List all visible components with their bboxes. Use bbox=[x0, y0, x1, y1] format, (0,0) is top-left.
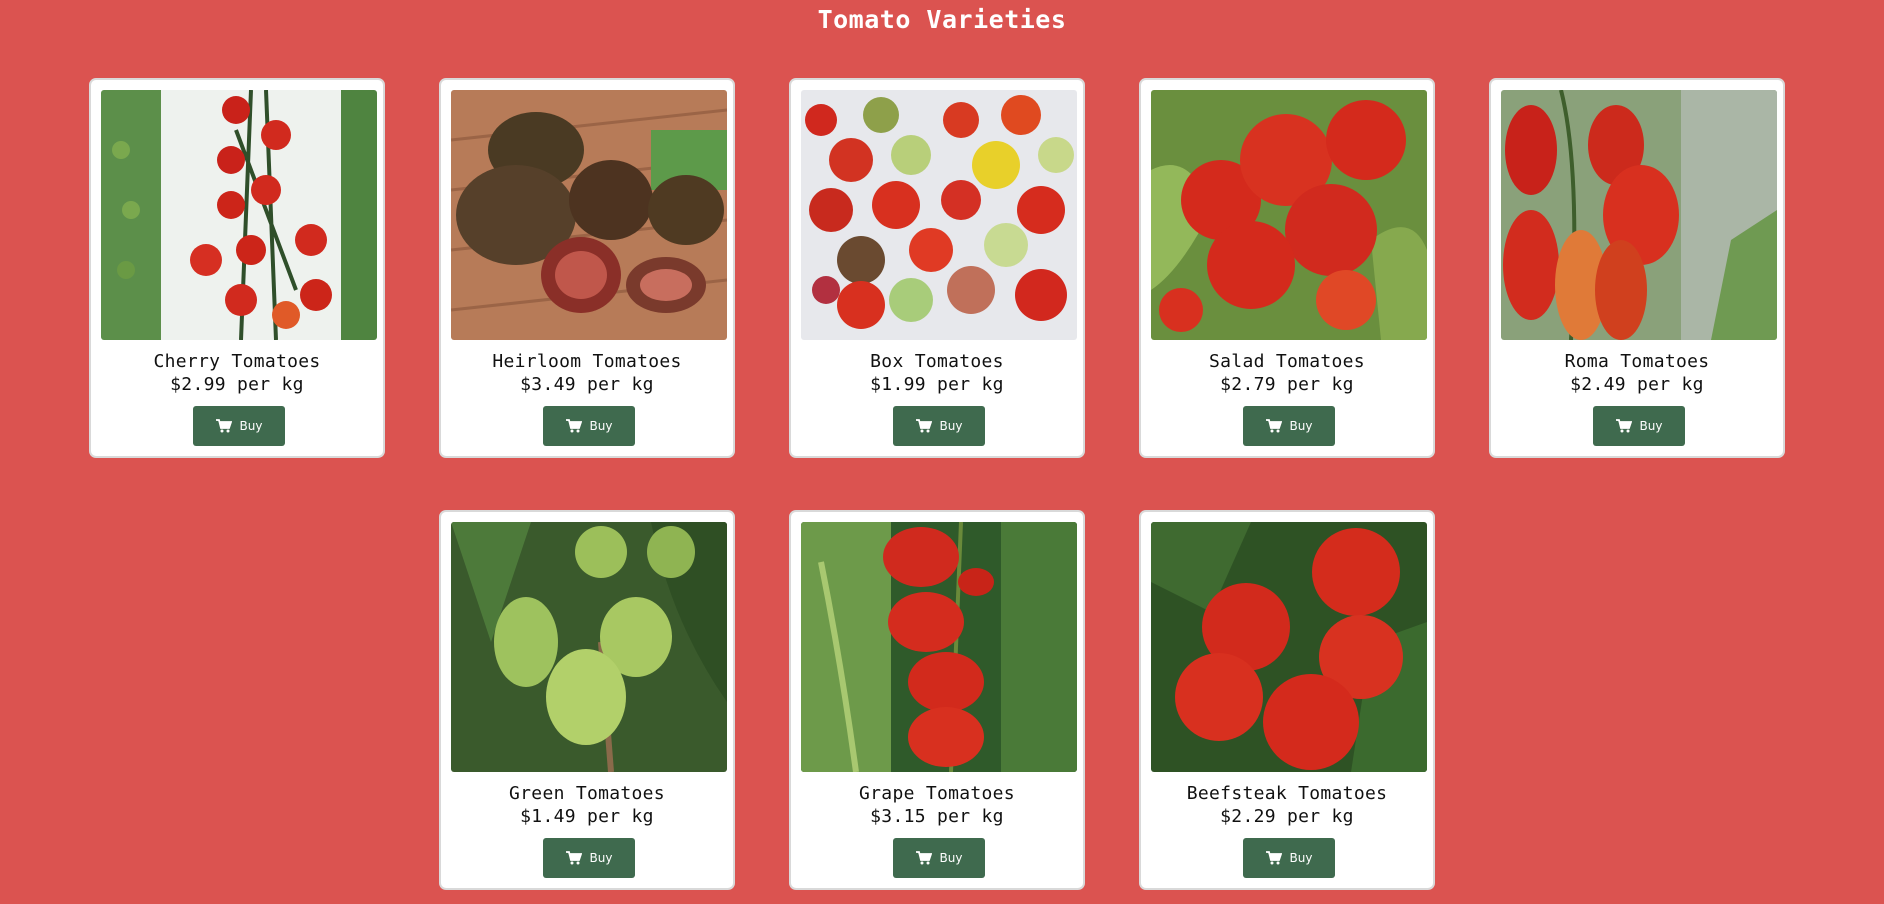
buy-button[interactable]: Buy bbox=[1593, 406, 1685, 446]
product-name: Grape Tomatoes bbox=[859, 783, 1015, 804]
product-name: Box Tomatoes bbox=[870, 351, 1004, 372]
product-image-heirloom bbox=[451, 90, 727, 340]
buy-label: Buy bbox=[589, 851, 613, 865]
product-name: Roma Tomatoes bbox=[1564, 351, 1710, 372]
product-image-cherry bbox=[101, 90, 377, 340]
cart-icon bbox=[1265, 419, 1282, 433]
cart-icon bbox=[565, 851, 582, 865]
buy-button[interactable]: Buy bbox=[193, 406, 285, 446]
product-image-green bbox=[451, 522, 727, 772]
page-title: Tomato Varieties bbox=[817, 5, 1067, 34]
product-image-roma bbox=[1501, 90, 1777, 340]
cart-icon bbox=[915, 851, 932, 865]
product-price: $2.99 per kg bbox=[170, 374, 304, 395]
buy-label: Buy bbox=[1289, 851, 1313, 865]
product-image-beefsteak bbox=[1151, 522, 1427, 772]
buy-label: Buy bbox=[1289, 419, 1313, 433]
product-price: $2.49 per kg bbox=[1570, 374, 1704, 395]
product-card-cherry: Cherry Tomatoes $2.99 per kg Buy bbox=[89, 78, 385, 458]
product-card-grape: Grape Tomatoes $3.15 per kg Buy bbox=[789, 510, 1085, 890]
product-name: Heirloom Tomatoes bbox=[492, 351, 682, 372]
product-name: Cherry Tomatoes bbox=[153, 351, 321, 372]
product-image-grape bbox=[801, 522, 1077, 772]
cart-icon bbox=[1265, 851, 1282, 865]
buy-label: Buy bbox=[1639, 419, 1663, 433]
product-image-salad bbox=[1151, 90, 1427, 340]
product-price: $1.99 per kg bbox=[870, 374, 1004, 395]
cart-icon bbox=[565, 419, 582, 433]
buy-button[interactable]: Buy bbox=[543, 406, 635, 446]
product-name: Beefsteak Tomatoes bbox=[1186, 783, 1388, 804]
product-price: $3.49 per kg bbox=[520, 374, 654, 395]
cart-icon bbox=[915, 419, 932, 433]
cart-icon bbox=[215, 419, 232, 433]
product-name: Salad Tomatoes bbox=[1209, 351, 1365, 372]
buy-label: Buy bbox=[589, 419, 613, 433]
cart-icon bbox=[1615, 419, 1632, 433]
product-card-beefsteak: Beefsteak Tomatoes $2.29 per kg Buy bbox=[1139, 510, 1435, 890]
product-card-roma: Roma Tomatoes $2.49 per kg Buy bbox=[1489, 78, 1785, 458]
product-card-heirloom: Heirloom Tomatoes $3.49 per kg Buy bbox=[439, 78, 735, 458]
buy-label: Buy bbox=[239, 419, 263, 433]
buy-button[interactable]: Buy bbox=[543, 838, 635, 878]
product-price: $3.15 per kg bbox=[870, 806, 1004, 827]
buy-label: Buy bbox=[939, 419, 963, 433]
product-price: $1.49 per kg bbox=[520, 806, 654, 827]
product-price: $2.79 per kg bbox=[1220, 374, 1354, 395]
product-card-box: Box Tomatoes $1.99 per kg Buy bbox=[789, 78, 1085, 458]
product-price: $2.29 per kg bbox=[1220, 806, 1354, 827]
buy-label: Buy bbox=[939, 851, 963, 865]
buy-button[interactable]: Buy bbox=[1243, 838, 1335, 878]
buy-button[interactable]: Buy bbox=[893, 406, 985, 446]
buy-button[interactable]: Buy bbox=[893, 838, 985, 878]
buy-button[interactable]: Buy bbox=[1243, 406, 1335, 446]
product-card-salad: Salad Tomatoes $2.79 per kg Buy bbox=[1139, 78, 1435, 458]
product-name: Green Tomatoes bbox=[509, 783, 665, 804]
product-card-green: Green Tomatoes $1.49 per kg Buy bbox=[439, 510, 735, 890]
product-image-box bbox=[801, 90, 1077, 340]
